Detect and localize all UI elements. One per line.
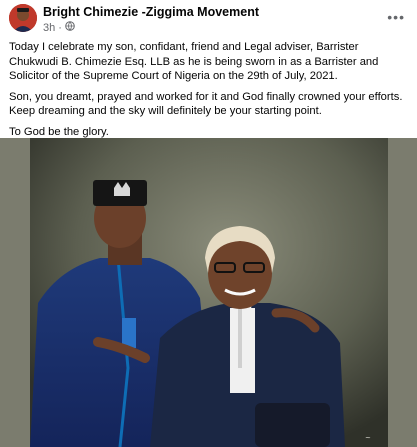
post-text: Today I celebrate my son, confidant, fri…: [9, 40, 409, 146]
globe-icon: [65, 21, 75, 34]
post-photo[interactable]: ~: [0, 138, 417, 447]
facebook-post: Bright Chimezie -Ziggima Movement 3h · •…: [0, 0, 417, 447]
post-paragraph: Son, you dreamt, prayed and worked for i…: [9, 90, 403, 118]
post-paragraph: Today I celebrate my son, confidant, fri…: [9, 41, 379, 83]
author-name[interactable]: Bright Chimezie -Ziggima Movement: [43, 5, 259, 19]
post-time[interactable]: 3h: [43, 22, 55, 34]
svg-text:~: ~: [365, 434, 371, 442]
post-meta: 3h ·: [43, 21, 75, 34]
post-header: Bright Chimezie -Ziggima Movement 3h · •…: [0, 0, 417, 38]
author-avatar[interactable]: [9, 4, 37, 32]
more-options-icon[interactable]: •••: [387, 9, 405, 25]
